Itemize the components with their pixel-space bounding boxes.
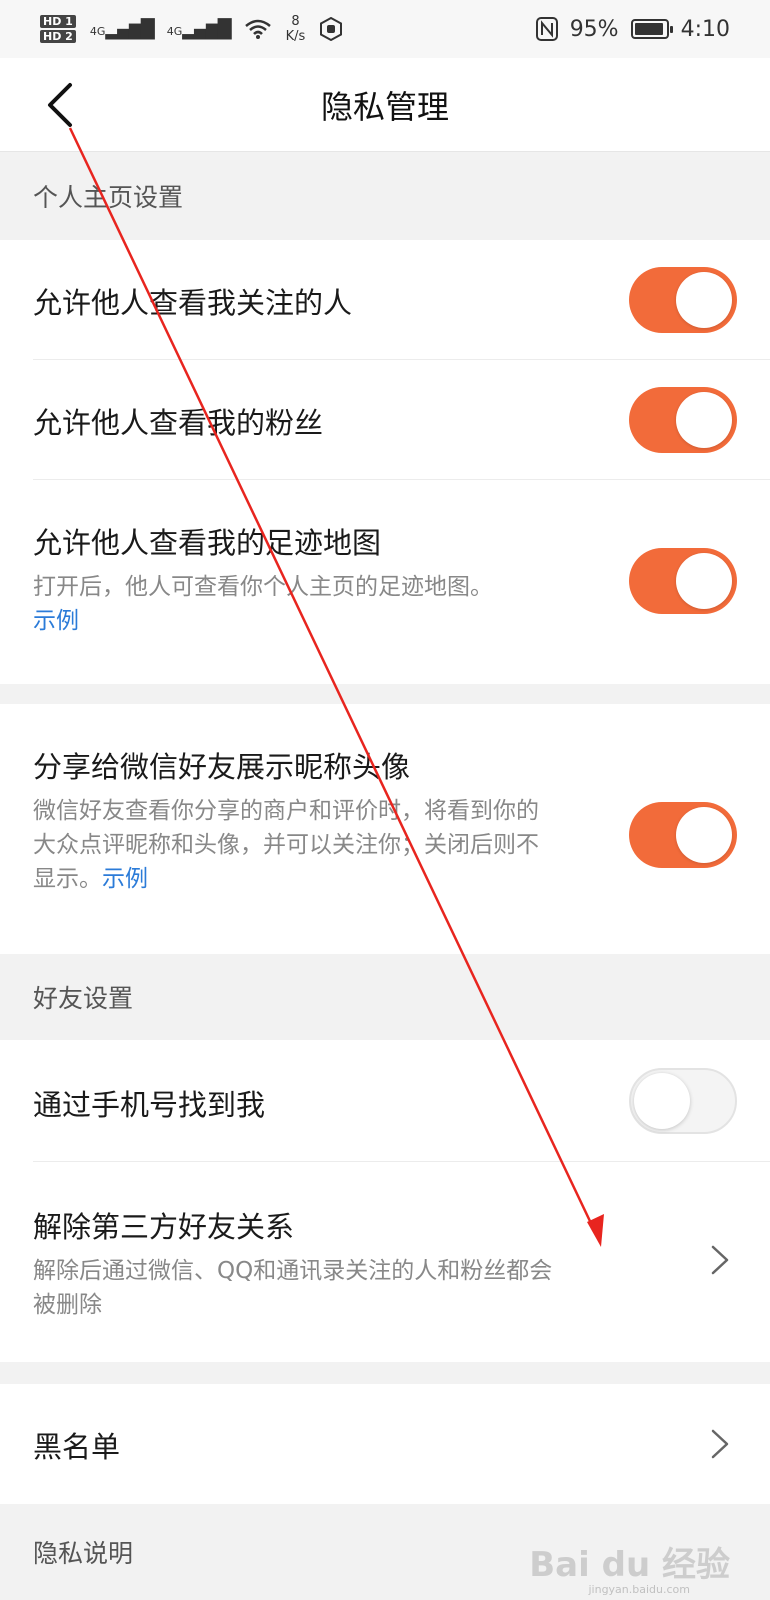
- setting-title: 分享给微信好友展示昵称头像: [33, 750, 411, 784]
- setting-row-blacklist[interactable]: 黑名单: [0, 1384, 770, 1504]
- profile-settings-card: 允许他人查看我关注的人 允许他人查看我的粉丝 允许他人查看我的足迹地图 打开后，…: [0, 240, 770, 684]
- watermark-url: jingyan.baidu.com: [588, 1583, 690, 1596]
- setting-title: 通过手机号找到我: [33, 1088, 266, 1122]
- example-link[interactable]: 示例: [33, 608, 79, 634]
- nav-bar: 隐私管理: [0, 58, 770, 152]
- baidu-watermark: Bai du 经验: [529, 1545, 730, 1585]
- section-header-profile: 个人主页设置: [0, 152, 770, 240]
- speed-unit: K/s: [285, 29, 306, 44]
- toggle-find-by-phone[interactable]: [629, 1068, 737, 1134]
- wechat-share-card: 分享给微信好友展示昵称头像 微信好友查看你分享的商户和评价时，将看到你的大众点评…: [0, 704, 770, 954]
- nfc-icon: [535, 17, 558, 41]
- blacklist-card: 黑名单: [0, 1384, 770, 1504]
- setting-title: 黑名单: [33, 1430, 121, 1464]
- setting-title: 解除第三方好友关系: [33, 1210, 295, 1244]
- hd-indicator: HD 1 HD 2: [40, 14, 76, 44]
- toggle-knob: [676, 807, 732, 863]
- setting-row-view-fans: 允许他人查看我的粉丝: [0, 360, 770, 480]
- setting-title: 允许他人查看我的粉丝: [33, 406, 324, 440]
- example-link[interactable]: 示例: [102, 866, 148, 892]
- toggle-knob: [634, 1073, 690, 1129]
- friend-settings-card: 通过手机号找到我 解除第三方好友关系 解除后通过微信、QQ和通讯录关注的人和粉丝…: [0, 1040, 770, 1362]
- setting-row-view-following: 允许他人查看我关注的人: [0, 240, 770, 360]
- toggle-view-following[interactable]: [629, 267, 737, 333]
- setting-description: 解除后通过微信、QQ和通讯录关注的人和粉丝都会被删除: [33, 1258, 553, 1318]
- status-bar: HD 1 HD 2 4G▂▄▆█ 4G▂▄▆█ 8 K/s 95% 4:10: [0, 0, 770, 58]
- setting-row-unbind-third-party[interactable]: 解除第三方好友关系 解除后通过微信、QQ和通讯录关注的人和粉丝都会被删除: [0, 1162, 770, 1362]
- network-speed: 8 K/s: [286, 14, 306, 44]
- toggle-knob: [676, 553, 732, 609]
- signal-icon-2: 4G▂▄▆█: [166, 18, 232, 40]
- chevron-right-icon: [711, 1429, 729, 1459]
- setting-title: 允许他人查看我的足迹地图: [33, 526, 382, 560]
- setting-row-view-footprint: 允许他人查看我的足迹地图 打开后，他人可查看你个人主页的足迹地图。 示例: [0, 480, 770, 684]
- toggle-wechat-share[interactable]: [629, 802, 737, 868]
- setting-row-wechat-share: 分享给微信好友展示昵称头像 微信好友查看你分享的商户和评价时，将看到你的大众点评…: [0, 704, 770, 954]
- toggle-view-footprint[interactable]: [629, 548, 737, 614]
- back-arrow-icon: [48, 83, 72, 127]
- hd1-label: HD 1: [40, 15, 76, 28]
- toggle-knob: [676, 392, 732, 448]
- setting-title: 允许他人查看我关注的人: [33, 286, 353, 320]
- description-text: 打开后，他人可查看你个人主页的足迹地图。: [33, 574, 493, 600]
- clock: 4:10: [680, 16, 730, 42]
- toggle-view-fans[interactable]: [629, 387, 737, 453]
- battery-icon: [630, 19, 673, 39]
- page-title: 隐私管理: [320, 87, 449, 126]
- signal-icon-1: 4G▂▄▆█: [89, 18, 155, 40]
- toggle-knob: [676, 272, 732, 328]
- section-header-friends: 好友设置: [0, 954, 770, 1040]
- setting-description: 微信好友查看你分享的商户和评价时，将看到你的大众点评昵称和头像，并可以关注你；关…: [33, 794, 553, 896]
- hand-icon: [320, 17, 343, 41]
- speed-value: 8: [291, 14, 300, 29]
- hd2-label: HD 2: [40, 30, 76, 43]
- wifi-icon: [244, 19, 271, 39]
- back-button[interactable]: [34, 78, 84, 132]
- setting-row-find-by-phone: 通过手机号找到我: [0, 1040, 770, 1162]
- setting-description: 打开后，他人可查看你个人主页的足迹地图。 示例: [33, 570, 563, 638]
- battery-percent: 95%: [569, 16, 619, 42]
- chevron-right-icon: [711, 1245, 729, 1275]
